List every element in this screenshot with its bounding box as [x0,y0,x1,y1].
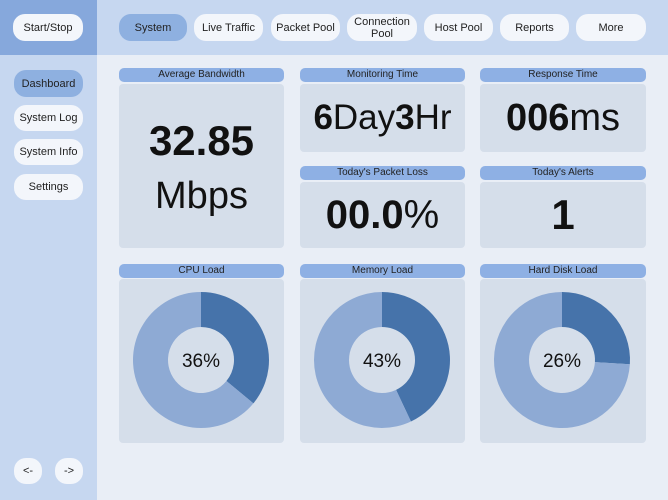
bandwidth-card: 32.85 Mbps [119,84,284,248]
memory-load-donut: 43% [314,292,450,428]
disk-load-title: Hard Disk Load [480,264,646,278]
alerts-value: 1 [551,191,575,238]
packet-loss-title: Today's Packet Loss [300,166,465,180]
response-unit: ms [569,96,621,139]
packet-loss-value: 00.0 [325,192,404,237]
memory-load-title: Memory Load [300,264,465,278]
monitoring-hours: 3 [395,98,415,137]
monitoring-title: Monitoring Time [300,68,465,82]
response-card: 006ms [480,84,646,152]
tab-reports[interactable]: Reports [500,14,569,41]
response-value: 006 [505,96,570,139]
packet-loss-card: 00.0% [300,182,465,248]
sidebar-item-system-log[interactable]: System Log [14,105,83,131]
tab-connection-pool[interactable]: Connection Pool [347,14,417,41]
tab-more[interactable]: More [576,14,646,41]
monitoring-days-unit: Day [332,98,396,137]
disk-load-card: 26% [480,279,646,443]
response-title: Response Time [480,68,646,82]
used-slice [201,292,269,404]
packet-loss-unit: % [403,192,440,237]
start-stop-button[interactable]: Start/Stop [13,14,83,41]
sidebar-item-settings[interactable]: Settings [14,174,83,200]
sidebar-item-dashboard[interactable]: Dashboard [14,70,83,97]
tab-live-traffic[interactable]: Live Traffic [194,14,263,41]
memory-load-card: 43% [300,279,465,443]
monitoring-days: 6 [313,98,333,137]
alerts-title: Today's Alerts [480,166,646,180]
donut-percent-label: 36% [182,351,220,372]
cpu-load-card: 36% [119,279,284,443]
bandwidth-value: 32.85 [148,116,255,164]
tab-host-pool[interactable]: Host Pool [424,14,493,41]
forward-button[interactable]: -> [55,458,83,484]
bandwidth-title: Average Bandwidth [119,68,284,82]
alerts-card: 1 [480,182,646,248]
monitoring-hours-unit: Hr [414,98,452,137]
monitoring-card: 6Day3Hr [300,84,465,152]
cpu-load-title: CPU Load [119,264,284,278]
donut-percent-label: 26% [543,351,581,372]
donut-percent-label: 43% [363,351,401,372]
tab-system[interactable]: System [119,14,187,41]
sidebar-item-system-info[interactable]: System Info [14,139,83,165]
disk-load-donut: 26% [494,292,630,428]
tab-packet-pool[interactable]: Packet Pool [271,14,340,41]
bandwidth-unit: Mbps [155,174,248,217]
cpu-load-donut: 36% [132,292,269,428]
back-button[interactable]: <- [14,458,42,484]
